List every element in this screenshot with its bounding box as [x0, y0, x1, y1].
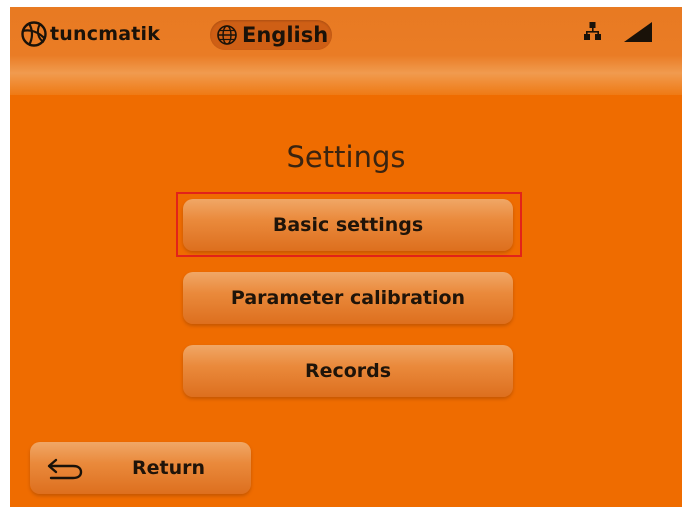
- device-screen: tuncmatik English Settings Basic setting…: [10, 7, 682, 507]
- globe-icon: [217, 25, 237, 45]
- top-bar: tuncmatik English: [10, 7, 682, 95]
- page-title: Settings: [286, 140, 406, 174]
- parameter-calibration-button[interactable]: Parameter calibration: [183, 272, 513, 324]
- tuncmatik-logo-icon: [21, 21, 47, 47]
- network-icon: [584, 22, 601, 40]
- return-label: Return: [132, 457, 206, 479]
- signal-strength-icon: [624, 22, 652, 42]
- return-arrow-icon: [47, 458, 83, 480]
- language-selector[interactable]: English: [210, 20, 332, 50]
- language-label: English: [242, 23, 329, 47]
- return-button[interactable]: Return: [30, 442, 251, 494]
- basic-settings-button[interactable]: Basic settings: [183, 199, 513, 251]
- records-button[interactable]: Records: [183, 345, 513, 397]
- brand-name: tuncmatik: [50, 23, 161, 45]
- brand-logo: tuncmatik: [20, 19, 160, 49]
